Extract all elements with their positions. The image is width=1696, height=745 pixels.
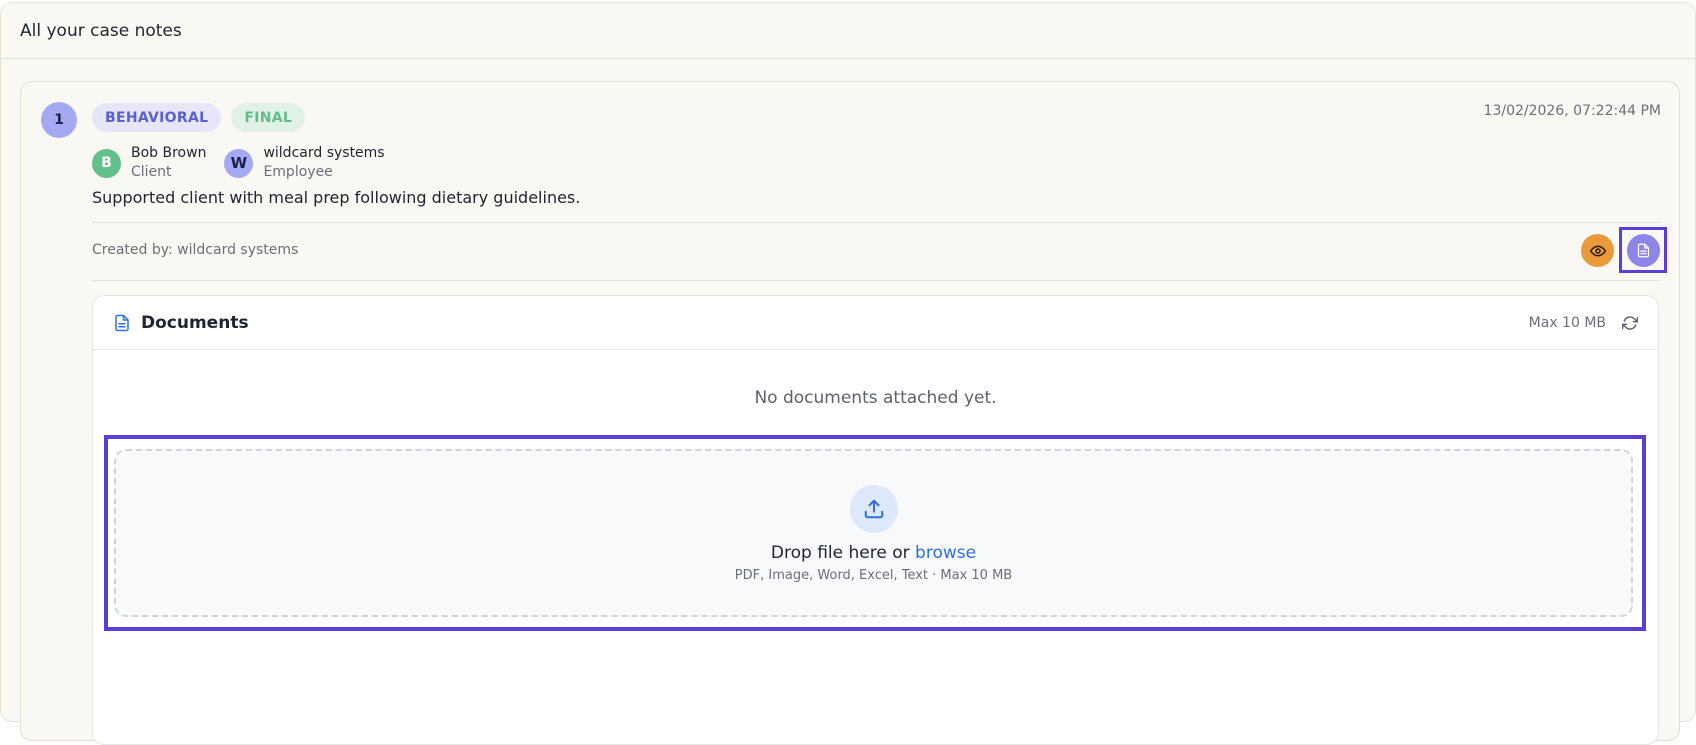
note-badges: BEHAVIORAL FINAL [92,103,306,132]
documents-max-size: Max 10 MB [1528,314,1606,331]
documents-card: Documents Max 10 MB No documents attache… [92,295,1659,745]
created-by-text: Created by: wildcard systems [92,242,299,258]
note-divider-lower [92,280,1661,281]
documents-button-highlight [1619,227,1667,273]
refresh-icon[interactable] [1622,315,1638,331]
dropzone-prompt-text: Drop file here or [770,543,910,563]
note-divider [92,222,1661,223]
document-icon [1637,243,1649,257]
note-status-badge: FINAL [231,103,306,132]
note-body-text: Supported client with meal prep followin… [92,188,581,207]
person-client: B Bob Brown Client [92,144,206,182]
dropzone-prompt: Drop file here or browse [116,543,1631,563]
employee-avatar: W [224,148,254,178]
note-number-badge: 1 [41,102,77,138]
upload-icon [864,499,883,519]
eye-icon [1589,245,1606,256]
upload-icon-wrapper [849,485,898,533]
file-dropzone[interactable]: Drop file here or browse PDF, Image, Wor… [114,449,1633,617]
view-note-button[interactable] [1581,234,1614,267]
case-note-card: 1 BEHAVIORAL FINAL 13/02/2026, 07:22:44 … [20,81,1680,745]
documents-button[interactable] [1626,233,1660,267]
documents-empty-message: No documents attached yet. [754,388,997,408]
client-avatar: B [92,148,121,178]
dropzone-hint: PDF, Image, Word, Excel, Text · Max 10 M… [734,568,1013,583]
employee-name: wildcard systems [263,145,385,161]
note-people: B Bob Brown Client W wildcard systems Em… [92,144,385,182]
note-timestamp: 13/02/2026, 07:22:44 PM [1483,103,1661,119]
documents-title: Documents [141,312,249,333]
person-employee: W wildcard systems Employee [224,144,385,182]
browse-link[interactable]: browse [915,543,976,563]
documents-header: Documents Max 10 MB [93,296,1658,350]
documents-file-icon [113,313,131,333]
case-notes-panel: All your case notes 1 BEHAVIORAL FINAL 1… [0,2,1696,745]
client-role: Client [131,164,172,180]
panel-title: All your case notes [20,20,182,41]
dropzone-highlight: Drop file here or browse PDF, Image, Wor… [104,435,1646,631]
panel-header: All your case notes [1,3,1695,59]
note-type-badge: BEHAVIORAL [92,103,222,132]
employee-role: Employee [263,164,333,180]
client-name: Bob Brown [131,145,207,161]
